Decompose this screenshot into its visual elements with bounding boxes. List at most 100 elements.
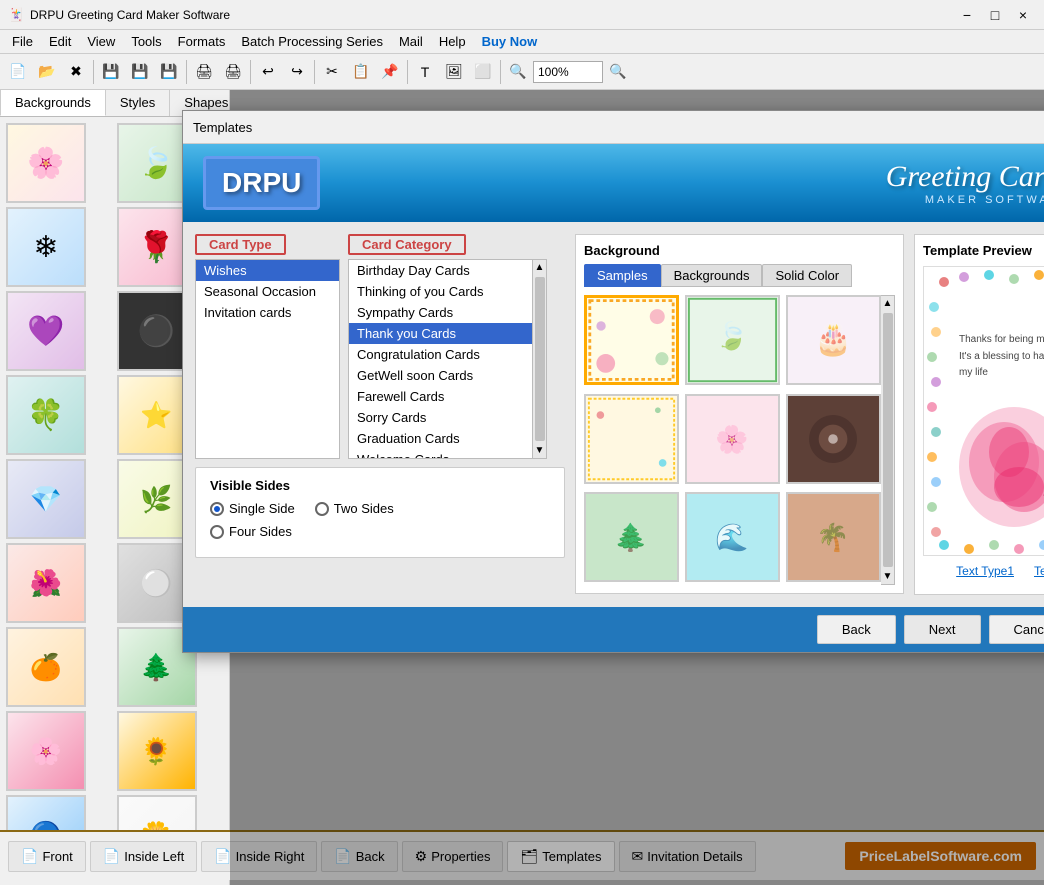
tb-print[interactable]: 🖨 [190,58,218,86]
menu-file[interactable]: File [4,32,41,51]
list-item[interactable]: 🌺 [6,543,86,623]
bg-tab-samples[interactable]: Samples [584,264,661,287]
radio-single-side[interactable]: Single Side [210,501,295,516]
svg-text:🌴: 🌴 [816,522,849,553]
cat-item-sympathy[interactable]: Sympathy Cards [349,302,532,323]
dialog-titlebar: Templates × [183,111,1044,144]
next-button[interactable]: Next [904,615,981,644]
card-type-item-invitation[interactable]: Invitation cards [196,302,339,323]
menu-edit[interactable]: Edit [41,32,79,51]
list-item[interactable]: 🌸 [6,711,86,791]
cat-item-sorry[interactable]: Sorry Cards [349,407,532,428]
tb-shape[interactable]: ⬜ [469,58,497,86]
radio-four-sides[interactable]: Four Sides [210,524,292,539]
menu-view[interactable]: View [79,32,123,51]
tb-paste[interactable]: 📌 [376,58,404,86]
tb-save3[interactable]: 💾 [155,58,183,86]
tb-text[interactable]: T [411,58,439,86]
tb-copy[interactable]: 📋 [347,58,375,86]
scroll-up-arrow[interactable]: ▲ [533,260,547,275]
bg-tab-backgrounds[interactable]: Backgrounds [661,264,763,287]
menu-buynow[interactable]: Buy Now [474,32,546,51]
tb-redo[interactable]: ↪ [283,58,311,86]
sample-scroll-down[interactable]: ▼ [881,569,895,584]
list-item[interactable]: 🌻 [117,711,197,791]
list-item[interactable]: ❄ [6,207,86,287]
bottom-tab-inside-left[interactable]: 📄 Inside Left [90,841,197,872]
list-item[interactable]: 💎 [6,459,86,539]
card-type-item-wishes[interactable]: Wishes [196,260,339,281]
tb-close[interactable]: ✖ [62,58,90,86]
templates-dialog: Templates × DRPU Greeting Cards MAKER SO… [182,110,1044,653]
tb-zoom-in[interactable]: 🔍 [604,58,632,86]
sample-thumb-9[interactable]: 🌴 [786,492,881,582]
sample-thumb-1[interactable] [584,295,679,385]
tb-sep3 [250,60,251,84]
maximize-button[interactable]: □ [982,5,1008,25]
background-tabs: Samples Backgrounds Solid Color [584,264,895,287]
menu-formats[interactable]: Formats [170,32,234,51]
modal-overlay: Templates × DRPU Greeting Cards MAKER SO… [230,90,1044,885]
cancel-button[interactable]: Cancel [989,615,1044,644]
sample-thumb-2[interactable]: 🍃 [685,295,780,385]
tb-zoom-out[interactable]: 🔍 [504,58,532,86]
cat-item-thankyou[interactable]: Thank you Cards [349,323,532,344]
card-type-list[interactable]: Wishes Seasonal Occasion Invitation card… [195,259,340,459]
preview-title: Template Preview [923,243,1044,258]
tb-cut[interactable]: ✂ [318,58,346,86]
tb-print2[interactable]: 🖨 [219,58,247,86]
visible-sides-section: Visible Sides Single Side Two Sides [195,467,565,558]
cat-item-congratulation[interactable]: Congratulation Cards [349,344,532,365]
scroll-down-arrow[interactable]: ▼ [533,443,547,458]
bottom-tab-front[interactable]: 📄 Front [8,841,86,872]
gc-subtitle: MAKER SOFTWARE [886,194,1044,206]
canvas-area: Templates × DRPU Greeting Cards MAKER SO… [230,90,1044,885]
minimize-button[interactable]: − [954,5,980,25]
menu-batch[interactable]: Batch Processing Series [233,32,391,51]
cat-item-getwell[interactable]: GetWell soon Cards [349,365,532,386]
title-bar: 🃏 DRPU Greeting Card Maker Software − □ … [0,0,1044,30]
card-type-item-seasonal[interactable]: Seasonal Occasion [196,281,339,302]
cat-item-graduation[interactable]: Graduation Cards [349,428,532,449]
tb-undo[interactable]: ↩ [254,58,282,86]
bg-tab-solid[interactable]: Solid Color [762,264,852,287]
menu-mail[interactable]: Mail [391,32,431,51]
sample-thumb-4[interactable] [584,394,679,484]
cat-item-welcome[interactable]: Welcome Cards [349,449,532,459]
card-category-list[interactable]: Birthday Day Cards Thinking of you Cards… [348,259,533,459]
card-type-label: Card Type [203,235,278,254]
menu-tools[interactable]: Tools [123,32,169,51]
tb-new[interactable]: 📄 [4,58,32,86]
tb-sep5 [407,60,408,84]
back-button[interactable]: Back [817,615,896,644]
text-type2-link[interactable]: Text Type2 [1034,564,1044,578]
zoom-input[interactable]: 100% [533,61,603,83]
text-type1-link[interactable]: Text Type1 [956,564,1014,578]
tb-save2[interactable]: 💾 [126,58,154,86]
card-category-label: Card Category [356,235,458,254]
sample-thumb-3[interactable]: 🎂 [786,295,881,385]
list-item[interactable]: 🌸 [6,123,86,203]
tb-save[interactable]: 💾 [97,58,125,86]
sample-thumb-7[interactable]: 🌲 [584,492,679,582]
sample-thumb-6[interactable] [786,394,881,484]
sample-thumb-5[interactable]: 🌸 [685,394,780,484]
cat-item-farewell[interactable]: Farewell Cards [349,386,532,407]
tab-backgrounds[interactable]: Backgrounds [0,90,106,116]
tb-open[interactable]: 📂 [33,58,61,86]
radio-two-sides[interactable]: Two Sides [315,501,394,516]
menu-help[interactable]: Help [431,32,474,51]
cat-item-thinking[interactable]: Thinking of you Cards [349,281,532,302]
toolbar: 📄 📂 ✖ 💾 💾 💾 🖨 🖨 ↩ ↪ ✂ 📋 📌 T 🖼 ⬜ 🔍 100% 🔍 [0,54,1044,90]
close-button[interactable]: × [1010,5,1036,25]
list-item[interactable]: 💜 [6,291,86,371]
cat-item-birthday[interactable]: Birthday Day Cards [349,260,532,281]
preview-section: Template Preview [914,234,1044,595]
sample-scroll-up[interactable]: ▲ [881,296,895,311]
list-item[interactable]: 🍊 [6,627,86,707]
tab-styles[interactable]: Styles [106,90,170,116]
sample-thumb-8[interactable]: 🌊 [685,492,780,582]
list-item[interactable]: 🍀 [6,375,86,455]
tb-img[interactable]: 🖼 [440,58,468,86]
svg-text:🎂: 🎂 [814,321,852,358]
